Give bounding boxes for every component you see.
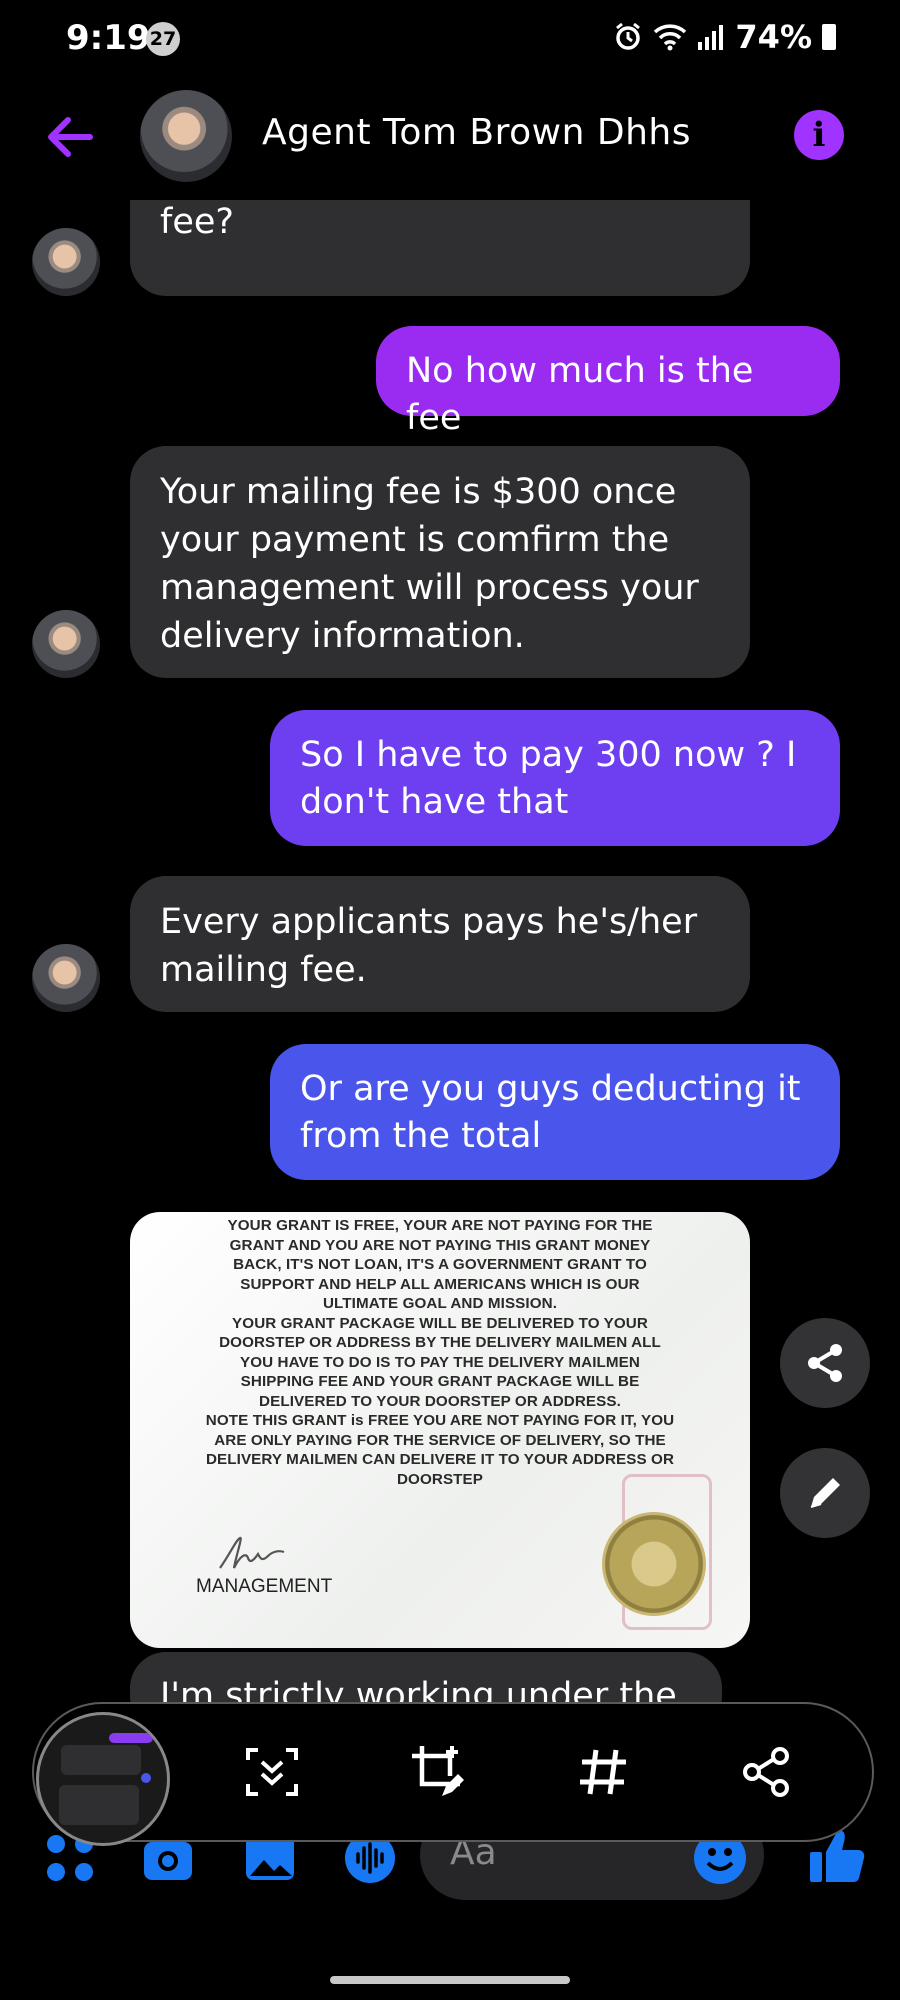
home-indicator[interactable] — [330, 1976, 570, 1984]
pencil-icon — [810, 1478, 840, 1508]
signal-icon — [698, 25, 724, 50]
message-text: Your mailing fee is $300 once your payme… — [160, 472, 699, 656]
toolbar-share-button[interactable] — [734, 1740, 798, 1804]
message-row: Are you aware of the delivery fee? — [0, 200, 900, 310]
message-text: Are you aware of the delivery fee? — [160, 202, 234, 242]
battery-percentage: 74% — [735, 18, 812, 56]
hashtag-icon — [580, 1749, 626, 1795]
wifi-icon — [654, 24, 687, 51]
signature-mark — [219, 1536, 285, 1569]
screenshot-thumbnail[interactable] — [36, 1712, 170, 1846]
grant-notice-text: YOUR GRANT IS FREE, YOUR ARE NOT PAYING … — [205, 1217, 675, 1488]
scroll-capture-icon — [246, 1748, 298, 1796]
notification-count-badge: 27 — [146, 22, 180, 56]
incoming-message-bubble[interactable]: Are you aware of the delivery fee? — [130, 200, 750, 296]
share-icon — [808, 1344, 842, 1382]
status-time: 9:19 — [66, 18, 151, 58]
grant-notice-image[interactable]: YOUR GRANT IS FREE, YOUR ARE NOT PAYING … — [130, 1212, 750, 1648]
info-icon[interactable]: i — [794, 110, 844, 160]
outgoing-message-bubble[interactable]: So I have to pay 300 now ? I don't have … — [270, 710, 840, 846]
share-button[interactable] — [780, 1318, 870, 1408]
sender-avatar[interactable] — [32, 228, 100, 296]
message-text: Or are you guys deducting it from the to… — [300, 1069, 801, 1156]
message-text: Every applicants pays he's/her mailing f… — [160, 902, 698, 990]
gold-seal — [602, 1512, 706, 1616]
signature-label: MANAGEMENT — [196, 1576, 333, 1597]
alarm-icon — [616, 22, 641, 50]
battery-icon — [822, 24, 836, 50]
tag-button[interactable] — [572, 1740, 636, 1804]
outgoing-message-bubble[interactable]: No how much is the fee — [376, 326, 840, 438]
scroll-capture-button[interactable] — [240, 1740, 304, 1804]
status-icons: 74% — [613, 18, 836, 56]
incoming-message-bubble[interactable]: Your mailing fee is $300 once your payme… — [130, 446, 750, 678]
contact-avatar[interactable] — [140, 90, 232, 182]
contact-name[interactable]: Agent Tom Brown Dhhs — [262, 112, 691, 153]
incoming-message-bubble[interactable]: Every applicants pays he's/her mailing f… — [130, 876, 750, 1012]
arrow-left-icon[interactable] — [44, 112, 94, 162]
sender-avatar[interactable] — [32, 610, 100, 678]
message-text: So I have to pay 300 now ? I don't have … — [300, 735, 797, 822]
edit-button[interactable] — [780, 1448, 870, 1538]
crop-edit-icon — [412, 1746, 464, 1796]
outgoing-message-bubble[interactable]: Or are you guys deducting it from the to… — [270, 1044, 840, 1180]
crop-edit-button[interactable] — [406, 1740, 470, 1804]
sender-avatar[interactable] — [32, 944, 100, 1012]
share-icon — [743, 1747, 789, 1797]
message-text: No how much is the fee — [406, 351, 754, 438]
